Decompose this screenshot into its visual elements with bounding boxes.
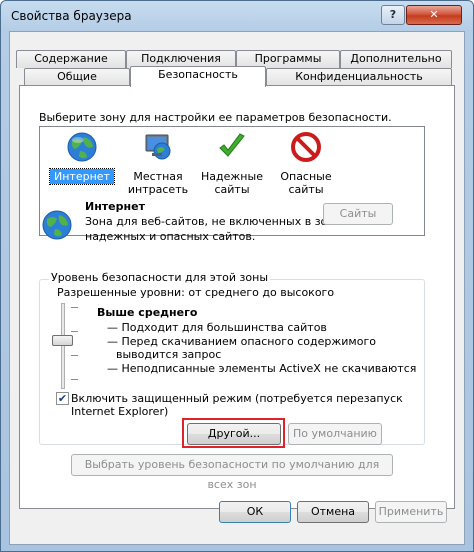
- security-slider-track[interactable]: [61, 303, 65, 389]
- cancel-button[interactable]: Отмена: [297, 501, 369, 523]
- zone-intranet-label: Местная интрасеть: [122, 169, 194, 197]
- zone-intranet-line2: интрасеть: [127, 183, 189, 196]
- level-bullet: — Подходит для большинства сайтов: [107, 321, 327, 334]
- globe-icon: [42, 210, 72, 240]
- slider-tick: [71, 331, 78, 332]
- zone-trusted-line1: Надежные: [201, 170, 263, 183]
- tab-security[interactable]: Безопасность: [130, 66, 266, 87]
- reset-all-zones-button[interactable]: Выбрать уровень безопасности по умолчани…: [71, 454, 393, 491]
- zone-trusted-label: Надежные сайты: [196, 169, 268, 197]
- protected-mode-label-line1: Включить защищенный режим (потребуется п…: [71, 392, 403, 405]
- slider-tick: [71, 355, 78, 356]
- globe-icon: [67, 132, 97, 162]
- slider-tick: [71, 307, 78, 308]
- zone-restricted-line2: сайты: [288, 183, 324, 196]
- level-bullet: — Перед скачиванием опасного содержимого: [107, 335, 376, 348]
- zone-trusted-line2: сайты: [214, 183, 250, 196]
- tab-privacy[interactable]: Конфиденциальность: [266, 68, 452, 86]
- sites-button[interactable]: Сайты: [323, 203, 393, 225]
- intranet-icon: [145, 134, 171, 160]
- zone-info-desc-line1: Зона для веб-сайтов, не включенных в зон…: [85, 215, 344, 228]
- security-slider-thumb[interactable]: [52, 335, 73, 346]
- security-level-name: Выше среднего: [97, 306, 198, 319]
- allowed-levels-text: Разрешенные уровни: от среднего до высок…: [57, 286, 335, 299]
- slider-tick: [71, 379, 78, 380]
- dialog-window: Свойства браузера ? ✕ Содержание Подключ…: [0, 0, 474, 552]
- title-bar[interactable]: Свойства браузера ? ✕: [1, 1, 473, 31]
- zone-restricted[interactable]: Опасные сайты: [270, 131, 342, 197]
- window-title: Свойства браузера: [11, 9, 132, 23]
- tab-content[interactable]: Содержание: [16, 50, 126, 68]
- zone-intranet[interactable]: Местная интрасеть: [122, 131, 194, 197]
- security-level-group-title: Уровень безопасности для этой зоны: [49, 271, 270, 284]
- protected-mode-label-line2: Internet Explorer): [71, 405, 169, 418]
- zone-intranet-line1: Местная: [133, 170, 183, 183]
- zone-prompt: Выберите зону для настройки ее параметро…: [39, 111, 392, 124]
- zone-restricted-line1: Опасные: [280, 170, 332, 183]
- level-bullet: выводится запрос: [116, 348, 222, 361]
- ok-button[interactable]: ОК: [219, 501, 291, 523]
- checkmark-icon: [219, 133, 245, 157]
- restricted-icon: [291, 132, 321, 162]
- highlight-frame: [182, 418, 285, 448]
- help-button[interactable]: ?: [381, 5, 405, 25]
- tab-general[interactable]: Общие: [24, 68, 130, 86]
- zone-info-title: Интернет: [85, 200, 145, 213]
- zone-info-desc-line2: надежных и опасных сайтов.: [85, 230, 256, 243]
- apply-button[interactable]: Применить: [375, 501, 447, 523]
- close-button[interactable]: ✕: [406, 5, 462, 25]
- zone-internet[interactable]: Интернет: [46, 131, 118, 185]
- default-level-button[interactable]: По умолчанию: [288, 423, 382, 445]
- protected-mode-checkbox[interactable]: ✔: [56, 392, 69, 405]
- zone-internet-label: Интернет: [49, 168, 115, 185]
- zone-trusted[interactable]: Надежные сайты: [196, 131, 268, 197]
- level-bullet: — Неподписанные элементы ActiveX не скач…: [107, 362, 417, 375]
- zone-restricted-label: Опасные сайты: [270, 169, 342, 197]
- tab-advanced[interactable]: Дополнительно: [340, 50, 452, 68]
